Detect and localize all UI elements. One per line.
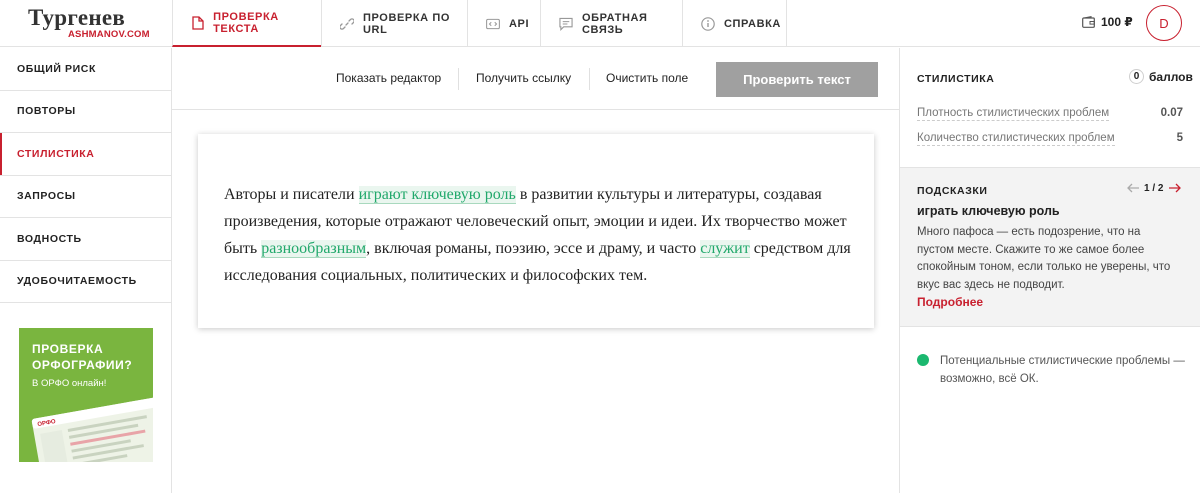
tab-label: ПРОВЕРКА ПО URL [363,11,451,36]
editor-toolbar: Показать редактор Получить ссылку Очисти… [172,48,899,110]
panel-title: СТИЛИСТИКА [917,73,995,85]
tab-label: API [509,17,530,30]
arrow-right-icon[interactable] [1167,181,1181,195]
metric-density-label[interactable]: Плотность стилистических проблем [917,107,1110,121]
wallet-icon [1082,15,1095,29]
text-segment: Авторы и писатели [224,186,359,203]
show-editor-button[interactable]: Показать редактор [336,71,441,85]
hint-phrase: играть ключевую роль [917,204,1060,218]
promo-subtitle: В ОРФО онлайн! [32,378,107,389]
tab-label: ПРОВЕРКА ТЕКСТА [213,10,279,35]
tab-label: ОБРАТНАЯ СВЯЗЬ [582,11,648,36]
sidebar-item-general-risk[interactable]: ОБЩИЙ РИСК [0,48,171,91]
sidebar-item-readability[interactable]: УДОБОЧИТАЕМОСТЬ [0,261,171,303]
tab-text-check[interactable]: ПРОВЕРКА ТЕКСТА [172,0,321,47]
score-unit: баллов [1149,69,1193,84]
metric-count-label[interactable]: Количество стилистических проблем [917,132,1115,146]
tab-url-check[interactable]: ПРОВЕРКА ПО URL [321,0,467,47]
sidebar-item-queries[interactable]: ЗАПРОСЫ [0,176,171,218]
logo-subtitle: ASHMANOV.COM [68,29,150,40]
highlighted-phrase[interactable]: играют ключевую роль [358,186,516,204]
hint-body: Много пафоса — есть подозрение, что на п… [917,226,1171,291]
text-editor[interactable]: Авторы и писатели играют ключевую роль в… [198,134,874,328]
chat-icon [559,17,573,31]
link-icon [340,17,354,31]
get-link-button[interactable]: Получить ссылку [476,71,571,85]
status-text: Потенциальные стилистические проблемы — … [940,355,1185,385]
promo-title-line: ПРОВЕРКА [32,342,104,356]
score: 0 баллов [1129,69,1193,84]
status-message: Потенциальные стилистические проблемы — … [917,353,1190,388]
logo-title: Тургенев [28,5,126,30]
score-value: 0 [1129,69,1144,84]
check-text-button[interactable]: Проверить текст [716,62,878,97]
text-segment: , включая романы, поэзию, эссе и драму, … [366,240,701,257]
balance[interactable]: 100 ₽ [1082,15,1133,29]
tab-api[interactable]: API [467,0,540,47]
document-icon [191,15,204,30]
promo-title-line: ОРФОГРАФИИ? [32,358,133,372]
top-header: Тургенев ASHMANOV.COM ПРОВЕРКА ТЕКСТА ПР… [0,0,1200,47]
analysis-panel: СТИЛИСТИКА 0 баллов Плотность стилистиче… [899,48,1200,493]
info-icon [701,16,715,31]
hint-more-link[interactable]: Подробнее [917,295,983,309]
metric-density-value: 0.07 [1160,107,1183,119]
highlighted-phrase[interactable]: разнообразным [261,240,367,258]
sidebar: ОБЩИЙ РИСК ПОВТОРЫ СТИЛИСТИКА ЗАПРОСЫ ВО… [0,48,172,493]
avatar[interactable]: D [1146,5,1182,41]
promo-screenshot-illustration: ОРФО [31,396,153,462]
sidebar-item-stylistics[interactable]: СТИЛИСТИКА [0,133,171,176]
metric-count-value: 5 [1176,132,1183,144]
tab-label: СПРАВКА [724,17,781,30]
code-icon [486,17,500,31]
promo-title: ПРОВЕРКА ОРФОГРАФИИ? [32,341,132,373]
hints-counter: 1 / 2 [1144,182,1164,194]
toolbar-divider [458,68,459,90]
editor-text[interactable]: Авторы и писатели играют ключевую роль в… [224,181,854,289]
sidebar-item-repeats[interactable]: ПОВТОРЫ [0,91,171,133]
sidebar-item-wateriness[interactable]: ВОДНОСТЬ [0,218,171,261]
toolbar-divider [589,68,590,90]
hints-label: ПОДСКАЗКИ [917,185,988,197]
arrow-left-icon[interactable] [1126,181,1140,195]
tab-feedback[interactable]: ОБРАТНАЯ СВЯЗЬ [540,0,682,47]
logo[interactable]: Тургенев ASHMANOV.COM [28,6,158,42]
hints-panel: ПОДСКАЗКИ 1 / 2 играть ключевую роль Мно… [900,167,1200,327]
highlighted-phrase[interactable]: служит [700,240,750,258]
tab-help[interactable]: СПРАВКА [682,0,787,47]
balance-amount: 100 ₽ [1101,15,1133,29]
status-dot-icon [917,354,929,366]
promo-banner[interactable]: ПРОВЕРКА ОРФОГРАФИИ? В ОРФО онлайн! ОРФО [19,328,153,462]
hints-pager: 1 / 2 [1126,181,1181,195]
clear-field-button[interactable]: Очистить поле [606,71,688,85]
